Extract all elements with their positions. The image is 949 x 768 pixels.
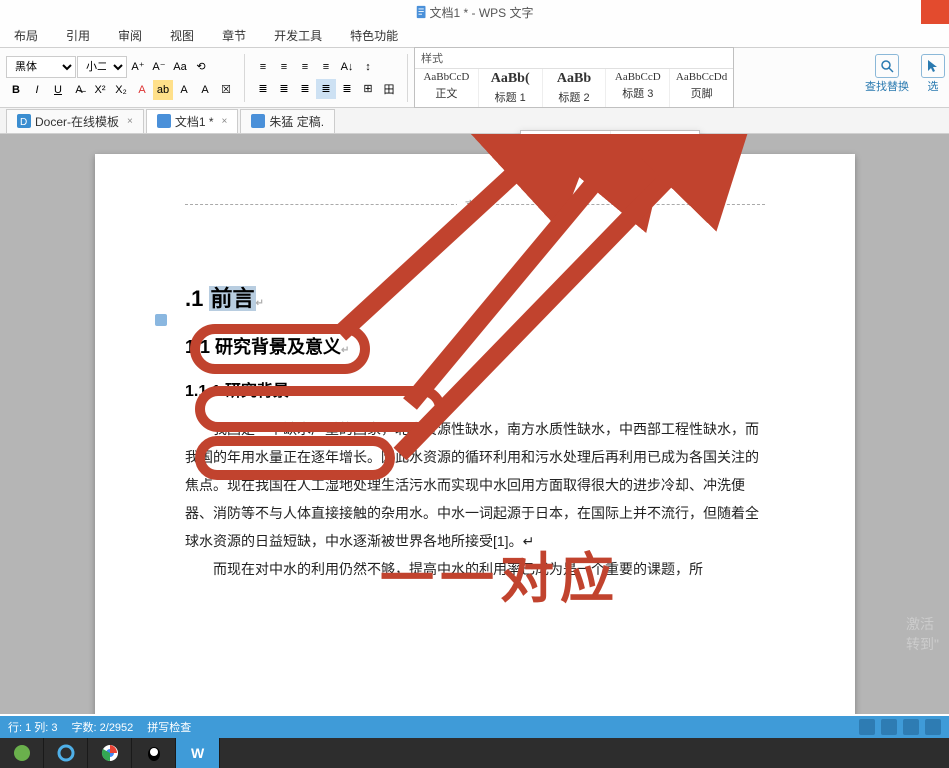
select-button[interactable]: 选 [921, 54, 945, 94]
menu-references[interactable]: 引用 [52, 27, 104, 44]
style-heading2[interactable]: AaBb 标题 2 [543, 69, 607, 107]
menu-section[interactable]: 章节 [208, 27, 260, 44]
taskbar-chrome[interactable] [88, 738, 132, 768]
clear-format-button[interactable]: ⟲ [191, 57, 211, 77]
menu-special[interactable]: 特色功能 [336, 27, 412, 44]
taskbar-ie[interactable] [44, 738, 88, 768]
close-tab-icon[interactable]: × [222, 116, 228, 127]
align-justify-button[interactable]: ≣ [316, 79, 336, 99]
canvas-area[interactable]: 言↵ .1 前言↵ 1.1 研究背景及意义↵ 1.1.1 研究背景↵ 我国是一个… [0, 134, 949, 714]
font-name-select[interactable]: 黑体 [6, 56, 76, 78]
paragraph-icon [155, 314, 169, 328]
align-right-button[interactable]: ≣ [295, 79, 315, 99]
font-group: 黑体 小二 A⁺ A⁻ Aa ⟲ B I U A̶ X² X₂ A ab A A… [0, 52, 242, 104]
sort-button[interactable]: A↓ [337, 57, 357, 77]
start-icon [13, 744, 31, 762]
style-heading1[interactable]: AaBb( 标题 1 [479, 69, 543, 107]
right-tools: 查找替换 选 [865, 54, 945, 94]
menu-view[interactable]: 视图 [156, 27, 208, 44]
view-mode-icon[interactable] [881, 719, 897, 735]
close-button[interactable] [921, 0, 949, 24]
menu-review[interactable]: 审阅 [104, 27, 156, 44]
status-spellcheck[interactable]: 拼写检查 [147, 719, 191, 735]
numbering-button[interactable]: ≡ [274, 57, 294, 77]
highlight-button[interactable]: ab [153, 80, 173, 100]
ribbon: 黑体 小二 A⁺ A⁻ Aa ⟲ B I U A̶ X² X₂ A ab A A… [0, 48, 949, 108]
ie-icon [57, 744, 75, 762]
distribute-button[interactable]: ≣ [337, 79, 357, 99]
menu-layout[interactable]: 布局 [0, 27, 52, 44]
annotation-arrow-3 [380, 134, 780, 464]
document-tabs: D Docer-在线模板 × 文档1 * × 朱猛 定稿. [0, 108, 949, 134]
shading-button[interactable]: ⊞ [358, 79, 378, 99]
styles-panel: 样式 AaBbCcD 正文 AaBb( 标题 1 AaBb 标题 2 AaBbC… [414, 47, 734, 108]
paragraph-group: ≡ ≡ ≡ ≡ A↓ ↕ ≣ ≣ ≣ ≣ ≣ ⊞ 田 [247, 53, 405, 103]
superscript-button[interactable]: X² [90, 80, 110, 100]
doc-icon [157, 114, 171, 128]
window-title: 文档1 * - WPS 文字 [429, 4, 533, 21]
view-mode-icon[interactable] [903, 719, 919, 735]
tab-docer[interactable]: D Docer-在线模板 × [6, 109, 144, 133]
char-border-button[interactable]: A [195, 80, 215, 100]
bold-button[interactable]: B [6, 80, 26, 100]
title-bar: 文档1 * - WPS 文字 [0, 0, 949, 24]
chrome-icon [101, 744, 119, 762]
wps-icon: W [189, 744, 207, 762]
docer-icon: D [17, 114, 31, 128]
search-icon [875, 54, 899, 78]
separator [244, 54, 245, 102]
font-color-button[interactable]: A [132, 80, 152, 100]
menu-devtools[interactable]: 开发工具 [260, 27, 336, 44]
taskbar-wps[interactable]: W [176, 738, 220, 768]
cursor-icon [921, 54, 945, 78]
find-replace-button[interactable]: 查找替换 [865, 54, 909, 94]
indent-button[interactable]: ≡ [316, 57, 336, 77]
tab-draft[interactable]: 朱猛 定稿. [240, 109, 335, 133]
font-size-select[interactable]: 小二 [77, 56, 127, 78]
decrease-font-button[interactable]: A⁻ [149, 57, 169, 77]
char-shading-button[interactable]: ☒ [216, 80, 236, 100]
separator [407, 54, 408, 102]
view-mode-icon[interactable] [859, 719, 875, 735]
svg-text:W: W [191, 745, 205, 761]
change-case-button[interactable]: Aa [170, 57, 190, 77]
outdent-button[interactable]: ≡ [295, 57, 315, 77]
status-position[interactable]: 行: 1 列: 3 [8, 719, 58, 735]
subscript-button[interactable]: X₂ [111, 80, 131, 100]
doc-icon [415, 5, 429, 19]
view-mode-icon[interactable] [925, 719, 941, 735]
italic-button[interactable]: I [27, 80, 47, 100]
strike-button[interactable]: A̶ [69, 80, 89, 100]
activation-watermark: 激活 转到" [906, 614, 939, 654]
line-spacing-button[interactable]: ↕ [358, 57, 378, 77]
underline-button[interactable]: U [48, 80, 68, 100]
styles-header: 样式 [415, 48, 733, 69]
borders-button[interactable]: 田 [379, 79, 399, 99]
tab-doc1[interactable]: 文档1 * × [146, 109, 239, 133]
annotation-box-h3 [195, 436, 395, 480]
status-bar: 行: 1 列: 3 字数: 2/2952 拼写检查 [0, 716, 949, 738]
taskbar-qq[interactable] [132, 738, 176, 768]
taskbar: W [0, 738, 949, 768]
align-center-button[interactable]: ≣ [274, 79, 294, 99]
style-normal[interactable]: AaBbCcD 正文 [415, 69, 479, 107]
text-selection: 前言 [209, 286, 255, 311]
svg-text:D: D [20, 117, 27, 128]
status-wordcount[interactable]: 字数: 2/2952 [72, 719, 134, 735]
taskbar-start[interactable] [0, 738, 44, 768]
annotation-text: 一一对应 [380, 534, 620, 613]
qq-icon [145, 744, 163, 762]
increase-font-button[interactable]: A⁺ [128, 57, 148, 77]
text-effect-button[interactable]: A [174, 80, 194, 100]
menu-bar: 布局 引用 审阅 视图 章节 开发工具 特色功能 [0, 24, 949, 48]
close-tab-icon[interactable]: × [127, 116, 133, 127]
bullets-button[interactable]: ≡ [253, 57, 273, 77]
align-left-button[interactable]: ≣ [253, 79, 273, 99]
doc-icon [251, 114, 265, 128]
style-footer[interactable]: AaBbCcDd 页脚 [670, 69, 733, 107]
style-heading3[interactable]: AaBbCcD 标题 3 [606, 69, 670, 107]
